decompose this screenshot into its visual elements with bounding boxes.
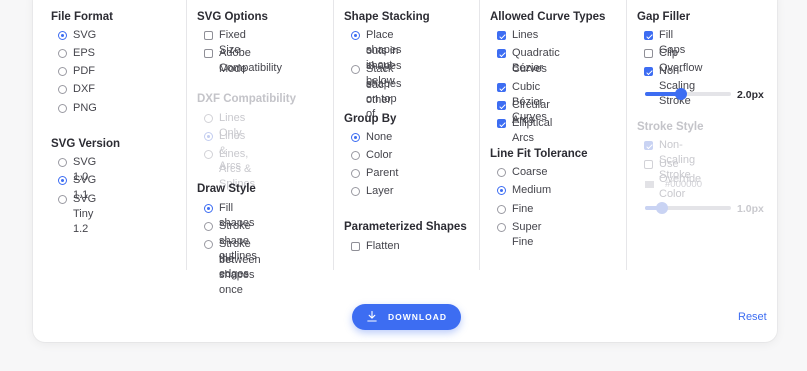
line-fit-heading: Line Fit Tolerance	[490, 148, 588, 160]
checkbox[interactable]	[497, 119, 506, 128]
radio[interactable]	[58, 31, 67, 40]
column-gap-filler: Gap Filler Fill Gaps Clip Overflow Non-S…	[626, 0, 777, 270]
checkbox[interactable]	[204, 31, 213, 40]
shape-stacking-heading: Shape Stacking	[344, 11, 430, 23]
radio[interactable]	[351, 133, 360, 142]
radio[interactable]	[497, 168, 506, 177]
radio[interactable]	[204, 132, 213, 141]
radio[interactable]	[351, 65, 360, 74]
radio[interactable]	[204, 204, 213, 213]
checkbox[interactable]	[644, 31, 653, 40]
radio[interactable]	[497, 223, 506, 232]
radio[interactable]	[58, 49, 67, 58]
radio[interactable]	[58, 67, 67, 76]
radio[interactable]	[204, 240, 213, 249]
checkbox[interactable]	[644, 141, 653, 150]
radio[interactable]	[204, 222, 213, 231]
checkbox[interactable]	[644, 49, 653, 58]
slider-handle[interactable]	[675, 88, 688, 100]
download-icon	[367, 311, 377, 322]
radio[interactable]	[351, 31, 360, 40]
checkbox[interactable]	[497, 83, 506, 92]
curve-types-heading: Allowed Curve Types	[490, 11, 606, 23]
reset-link[interactable]: Reset	[738, 311, 767, 323]
download-button[interactable]: DOWNLOAD	[352, 304, 461, 330]
radio[interactable]	[351, 151, 360, 160]
parameterized-heading: Parameterized Shapes	[344, 221, 467, 233]
radio[interactable]	[351, 187, 360, 196]
radio[interactable]	[497, 205, 506, 214]
download-label: DOWNLOAD	[388, 312, 447, 322]
color-swatch[interactable]	[645, 181, 654, 188]
radio[interactable]	[58, 85, 67, 94]
checkbox[interactable]	[351, 242, 360, 251]
radio[interactable]	[58, 176, 67, 185]
group-by-heading: Group By	[344, 113, 397, 125]
checkbox[interactable]	[497, 49, 506, 58]
gap-size-value: 2.0px	[737, 89, 764, 101]
radio[interactable]	[58, 104, 67, 113]
radio[interactable]	[351, 169, 360, 178]
checkbox[interactable]	[644, 67, 653, 76]
radio[interactable]	[58, 195, 67, 204]
file-format-heading: File Format	[51, 11, 113, 23]
radio[interactable]	[204, 114, 213, 123]
column-curves: Allowed Curve Types Lines Quadratic Bézi…	[479, 0, 626, 270]
slider-handle[interactable]	[656, 202, 669, 214]
stroke-style-heading: Stroke Style	[637, 121, 704, 133]
radio[interactable]	[497, 186, 506, 195]
checkbox[interactable]	[204, 49, 213, 58]
checkbox[interactable]	[497, 101, 506, 110]
export-options-card: File Format SVG EPS PDF DXF PNG SVG Vers…	[33, 0, 777, 342]
radio[interactable]	[58, 158, 67, 167]
svg-options-heading: SVG Options	[197, 11, 268, 23]
checkbox[interactable]	[497, 31, 506, 40]
stroke-width-slider[interactable]	[645, 202, 731, 214]
checkbox[interactable]	[644, 160, 653, 169]
color-hex-input[interactable]: #000000	[665, 179, 702, 190]
radio[interactable]	[204, 150, 213, 159]
gap-filler-heading: Gap Filler	[637, 11, 691, 23]
svg-version-heading: SVG Version	[51, 138, 121, 150]
gap-size-slider[interactable]	[645, 88, 731, 100]
column-svg-options: SVG Options Fixed Size Adobe Compatibili…	[186, 0, 333, 296]
column-stacking: Shape Stacking Place shapes in cut- outs…	[333, 0, 479, 270]
column-format: File Format SVG EPS PDF DXF PNG SVG Vers…	[51, 11, 121, 235]
dxf-compat-heading: DXF Compatibility	[197, 93, 297, 105]
draw-style-heading: Draw Style	[197, 183, 256, 195]
stroke-width-value: 1.0px	[737, 203, 764, 215]
